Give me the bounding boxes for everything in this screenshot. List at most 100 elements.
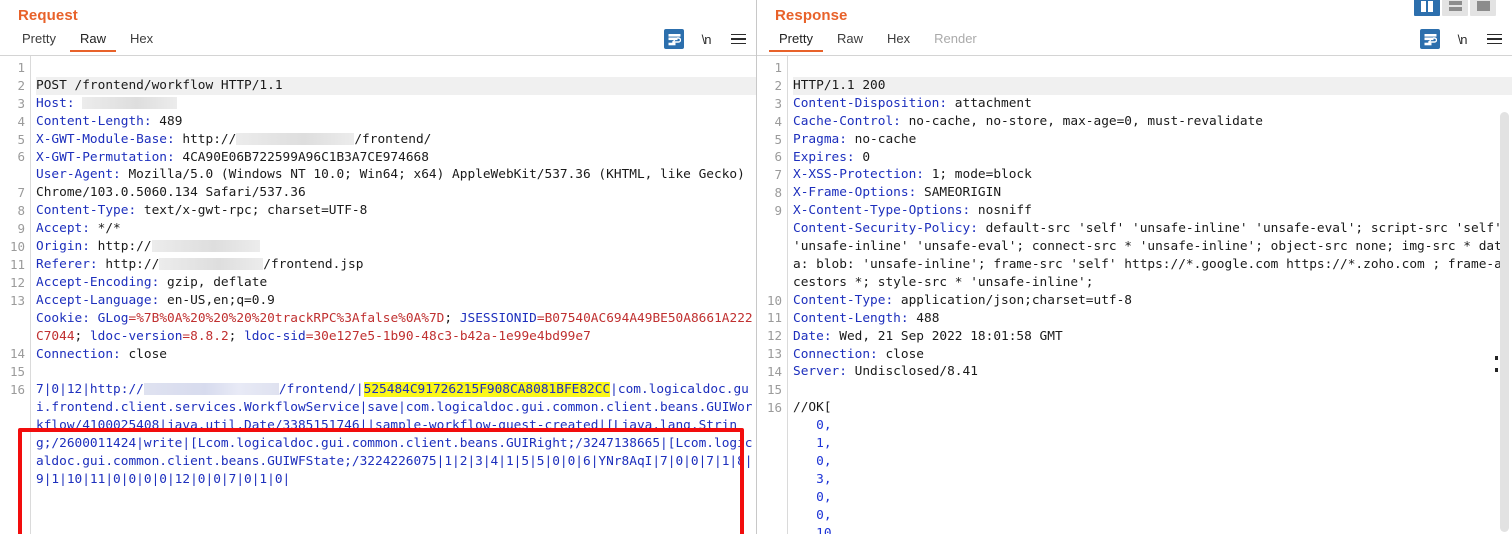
json-value: 10: [816, 525, 832, 534]
json-value: 0,: [816, 453, 832, 469]
menu-icon[interactable]: [728, 29, 748, 49]
header-name: X-Frame-Options:: [793, 185, 917, 201]
header-value: 1; mode=block: [923, 167, 1032, 183]
scroll-marker: [1495, 368, 1498, 372]
horizontal-split-icon: [1448, 1, 1462, 11]
header-name: Content-Type:: [793, 292, 894, 308]
header-value: http://: [97, 256, 160, 272]
redacted-host: [82, 96, 178, 109]
json-value-row: 0,: [793, 417, 1512, 435]
cookie-key: GLog: [97, 310, 129, 326]
newline-icon[interactable]: \n: [1452, 29, 1472, 49]
response-line-1: HTTP/1.1 200: [793, 76, 1512, 95]
request-line-6: User-Agent: Mozilla/5.0 (Windows NT 10.0…: [36, 166, 756, 202]
header-name: Cookie:: [36, 310, 90, 326]
response-line-4: Pragma: no-cache: [793, 131, 1512, 149]
header-name: Server:: [793, 364, 847, 380]
layout-horizontal-split-button[interactable]: [1442, 0, 1468, 16]
json-value-row: 3,: [793, 471, 1512, 489]
header-value: [75, 96, 83, 111]
cookie-value: %7B%0A%20%20%20%20trackRPC%3Afalse%0A%7D: [136, 310, 445, 326]
redacted-host: [159, 257, 264, 270]
header-name: Pragma:: [793, 131, 847, 147]
request-line-numbers: 123456. 78910111213 .. 141516 .....: [0, 56, 30, 534]
layout-vertical-split-button[interactable]: [1414, 0, 1440, 16]
request-line-8: Accept: */*: [36, 220, 756, 238]
header-name: Referer:: [36, 256, 98, 272]
header-name: Content-Disposition:: [793, 95, 948, 111]
request-code[interactable]: POST /frontend/workflow HTTP/1.1 Host: Co…: [30, 56, 756, 534]
header-name: Date:: [793, 328, 832, 344]
burp-message-editor: Request Pretty Raw Hex \n 1 2 3 4 5 6 7 …: [0, 0, 1512, 534]
tab-response-raw[interactable]: Raw: [825, 28, 875, 52]
redacted-host: [151, 240, 260, 253]
header-name: Accept-Language:: [36, 292, 160, 308]
request-body-line[interactable]: 7|0|12|http:// /frontend/|525484C91726215…: [36, 381, 756, 488]
header-name: X-GWT-Permutation:: [36, 149, 175, 165]
redacted-host: [236, 132, 355, 145]
response-tabbar: Pretty Raw Hex Render \n: [757, 28, 1512, 55]
response-line-14: Server: Undisclosed/8.41: [793, 363, 1512, 381]
response-line-13: Connection: close: [793, 346, 1512, 364]
response-body-open: //OK[: [793, 399, 1512, 417]
scrollbar-thumb[interactable]: [1500, 112, 1509, 532]
json-value-row: 1,: [793, 435, 1512, 453]
request-line-2: Host:: [36, 95, 756, 113]
header-name: Accept:: [36, 221, 90, 237]
cookie-value: 30e127e5-1b90-48c3-b42a-1e99e4bd99e7: [313, 328, 591, 344]
header-value-suffix: /frontend.jsp: [263, 256, 364, 272]
response-line-numbers: 123456789 .... 10111213141516 ...: [757, 56, 787, 534]
header-value: gzip, deflate: [159, 274, 268, 290]
response-code[interactable]: HTTP/1.1 200 Content-Disposition: attachm…: [787, 56, 1512, 534]
header-value: attachment: [947, 95, 1032, 111]
request-body-path: /frontend/|: [278, 382, 364, 398]
hamburger-glyph: [1486, 33, 1502, 45]
header-name: X-XSS-Protection:: [793, 167, 924, 183]
response-vertical-scrollbar[interactable]: [1500, 112, 1509, 532]
header-value: 0: [854, 149, 871, 165]
tab-request-raw[interactable]: Raw: [68, 28, 118, 52]
highlighted-token: 525484C91726215F908CA8081BFE82CC: [363, 382, 611, 398]
response-line-10: Content-Type: application/json;charset=u…: [793, 292, 1512, 310]
header-value: no-cache: [846, 131, 917, 147]
response-line-6: X-XSS-Protection: 1; mode=block: [793, 166, 1512, 184]
request-pane-title: Request: [18, 7, 78, 24]
word-wrap-icon[interactable]: [664, 29, 684, 49]
single-pane-icon: [1476, 1, 1490, 11]
menu-icon[interactable]: [1484, 29, 1504, 49]
header-value: nosniff: [970, 203, 1032, 219]
request-line-1: POST /frontend/workflow HTTP/1.1: [36, 76, 756, 95]
response-editor[interactable]: 123456789 .... 10111213141516 ... HTTP/1…: [757, 55, 1512, 534]
response-line-5: Expires: 0: [793, 149, 1512, 167]
request-editor[interactable]: 123456. 78910111213 .. 141516 ..... POST…: [0, 55, 756, 534]
header-name: Cache-Control:: [793, 113, 901, 129]
header-name: Content-Length:: [36, 113, 152, 129]
request-pane: Request Pretty Raw Hex \n 1 2 3 4 5 6 7 …: [0, 0, 756, 534]
cookie-key: JSESSIONID: [459, 310, 537, 326]
request-tabbar: Pretty Raw Hex \n: [0, 28, 756, 55]
json-value-row: 0,: [793, 453, 1512, 471]
json-value: 0,: [816, 489, 832, 505]
header-name: X-Content-Type-Options:: [793, 203, 971, 219]
response-status-line: HTTP/1.1 200: [793, 77, 886, 93]
header-value: application/json;charset=utf-8: [893, 292, 1133, 308]
request-body-prefix: 7|0|12|http://: [36, 382, 144, 398]
request-line-10: Referer: http:// /frontend.jsp: [36, 256, 756, 274]
response-line-2: Content-Disposition: attachment: [793, 95, 1512, 113]
newline-label: \n: [1457, 31, 1468, 47]
header-value: http://: [174, 131, 237, 147]
json-value-row: 0,: [793, 489, 1512, 507]
request-line-7: Content-Type: text/x-gwt-rpc; charset=UT…: [36, 202, 756, 220]
layout-single-pane-button[interactable]: [1470, 0, 1496, 16]
tab-request-hex[interactable]: Hex: [118, 28, 165, 52]
request-line-12: Accept-Language: en-US,en;q=0.9: [36, 292, 756, 310]
response-pane: Response Pretty Raw Hex Render \n 1 2 3 …: [756, 0, 1512, 534]
request-line-3: Content-Length: 489: [36, 113, 756, 131]
newline-icon[interactable]: \n: [696, 29, 716, 49]
word-wrap-icon[interactable]: [1420, 29, 1440, 49]
response-line-3: Cache-Control: no-cache, no-store, max-a…: [793, 113, 1512, 131]
tab-response-pretty[interactable]: Pretty: [767, 28, 825, 52]
header-value: en-US,en;q=0.9: [159, 292, 275, 308]
tab-request-pretty[interactable]: Pretty: [10, 28, 68, 52]
tab-response-hex[interactable]: Hex: [875, 28, 922, 52]
